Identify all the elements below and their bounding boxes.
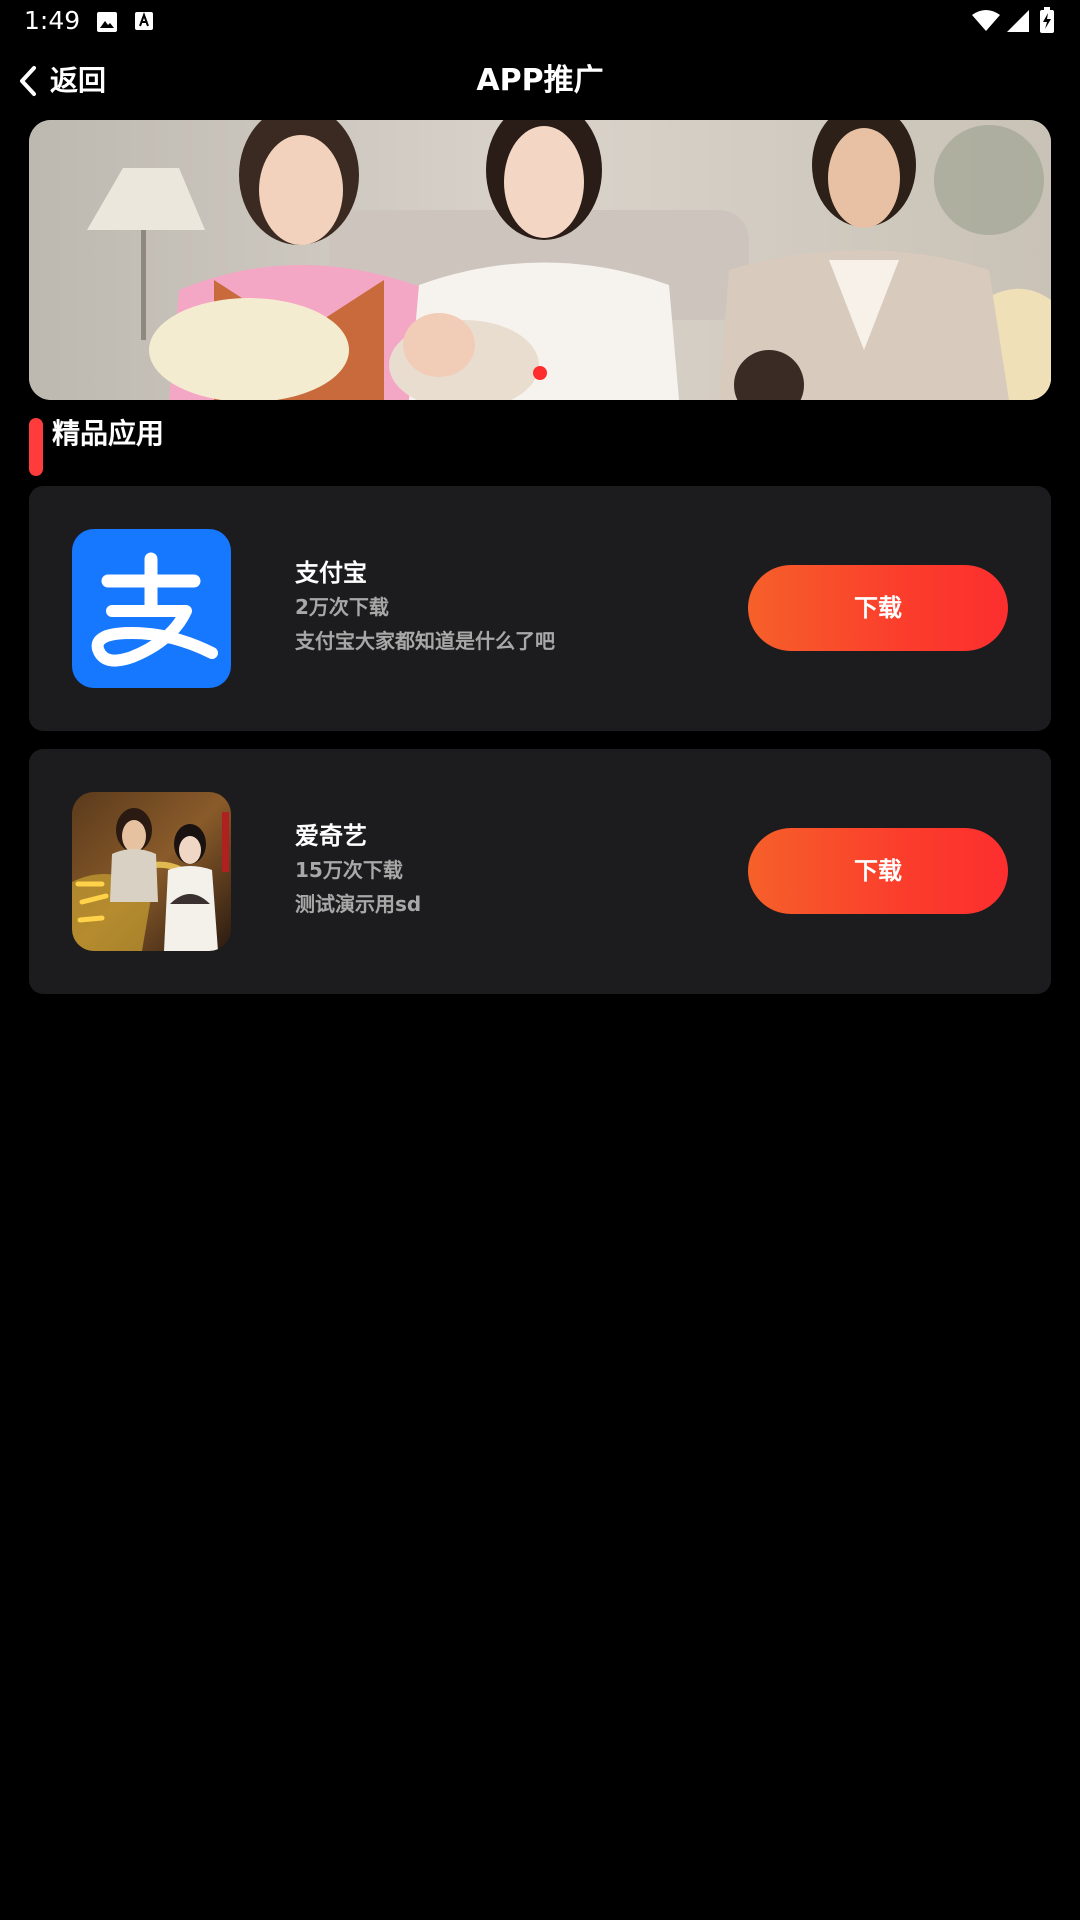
app-description: 测试演示用sd xyxy=(295,892,422,916)
back-label: 返回 xyxy=(50,64,107,97)
status-bar: 1:49 xyxy=(0,0,1080,42)
status-time: 1:49 xyxy=(24,6,81,35)
font-a-icon xyxy=(135,12,153,30)
page-title: APP推广 xyxy=(476,63,604,98)
back-button[interactable]: 返回 xyxy=(16,59,106,103)
promo-banner[interactable] xyxy=(29,120,1051,400)
app-description: 支付宝大家都知道是什么了吧 xyxy=(295,629,555,653)
banner-image xyxy=(29,120,1051,400)
banner-indicator-dot xyxy=(533,366,547,380)
app-name: 爱奇艺 xyxy=(295,822,367,850)
wifi-icon xyxy=(972,10,1000,31)
app-card: 爱奇艺 15万次下载 测试演示用sd 下载 xyxy=(29,749,1051,994)
signal-icon xyxy=(1007,10,1029,32)
alipay-logo-icon[interactable] xyxy=(72,529,231,688)
game-poster-icon[interactable] xyxy=(72,792,231,951)
download-button[interactable]: 下载 xyxy=(748,828,1008,914)
app-download-count: 15万次下载 xyxy=(295,858,403,882)
battery-charging-icon xyxy=(1040,7,1054,33)
app-card: 支付宝 2万次下载 支付宝大家都知道是什么了吧 下载 xyxy=(29,486,1051,731)
header-bar: 返回 APP推广 xyxy=(0,42,1080,120)
download-button[interactable]: 下载 xyxy=(748,565,1008,651)
app-name: 支付宝 xyxy=(295,559,367,587)
chevron-left-icon xyxy=(20,66,36,96)
section-title: 精品应用 xyxy=(52,417,165,450)
gallery-icon xyxy=(97,12,117,32)
app-download-count: 2万次下载 xyxy=(295,595,389,619)
section-accent-bar xyxy=(29,418,43,476)
